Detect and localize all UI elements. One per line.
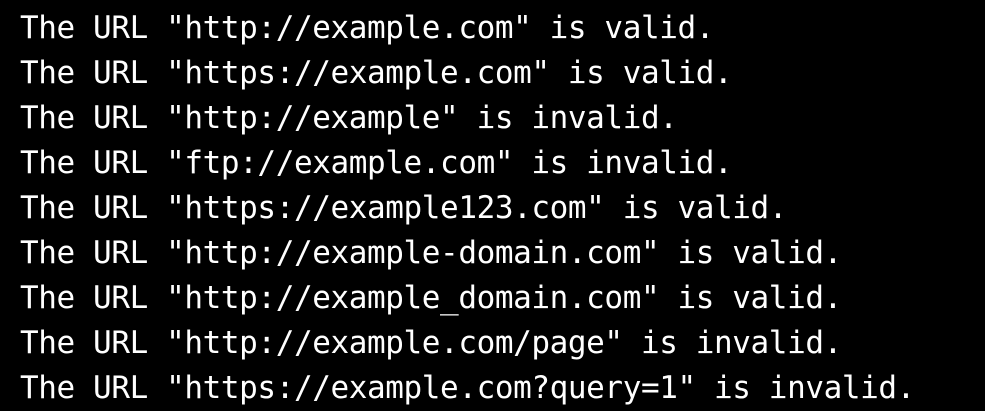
output-line-6: The URL "http://example-domain.com" is v… — [20, 235, 842, 271]
output-line-8: The URL "http://example.com/page" is inv… — [20, 325, 842, 361]
output-line-3: The URL "http://example" is invalid. — [20, 100, 678, 136]
output-line-9: The URL "https://example.com?query=1" is… — [20, 370, 915, 406]
output-line-1: The URL "http://example.com" is valid. — [20, 10, 715, 46]
output-line-7: The URL "http://example_domain.com" is v… — [20, 280, 842, 316]
output-line-4: The URL "ftp://example.com" is invalid. — [20, 145, 733, 181]
output-line-5: The URL "https://example123.com" is vali… — [20, 190, 788, 226]
terminal-output: The URL "http://example.com" is valid. T… — [0, 0, 985, 411]
output-line-2: The URL "https://example.com" is valid. — [20, 55, 733, 91]
